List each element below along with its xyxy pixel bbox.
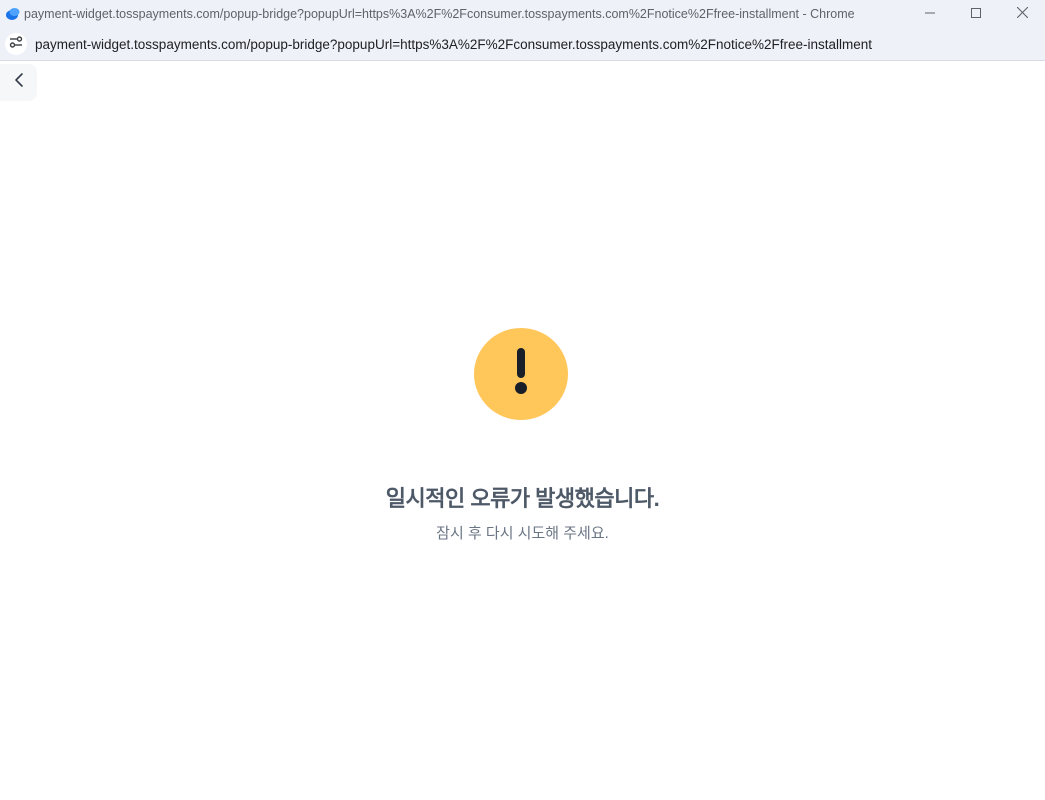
exclamation-icon <box>513 347 529 401</box>
close-button[interactable] <box>999 0 1045 28</box>
minimize-button[interactable] <box>907 0 953 28</box>
window-controls <box>907 0 1045 28</box>
address-bar: payment-widget.tosspayments.com/popup-br… <box>0 28 1045 61</box>
minimize-icon <box>925 5 935 23</box>
chevron-left-icon <box>14 72 24 93</box>
alert-badge <box>474 328 568 420</box>
close-icon <box>1016 5 1028 23</box>
tune-icon <box>9 35 23 54</box>
window-title: payment-widget.tosspayments.com/popup-br… <box>24 7 855 21</box>
error-title: 일시적인 오류가 발생했습니다. <box>385 486 660 511</box>
maximize-button[interactable] <box>953 0 999 28</box>
page-content: 일시적인 오류가 발생했습니다. 잠시 후 다시 시도해 주세요. <box>0 62 1045 800</box>
browser-window: payment-widget.tosspayments.com/popup-br… <box>0 0 1045 800</box>
chrome-app-icon <box>4 5 22 23</box>
error-subtitle: 잠시 후 다시 시도해 주세요. <box>436 525 609 542</box>
site-info-button[interactable] <box>5 33 27 55</box>
title-bar: payment-widget.tosspayments.com/popup-br… <box>0 0 1045 28</box>
back-button[interactable] <box>0 64 37 101</box>
url-field[interactable]: payment-widget.tosspayments.com/popup-br… <box>35 37 872 52</box>
maximize-icon <box>971 5 981 23</box>
